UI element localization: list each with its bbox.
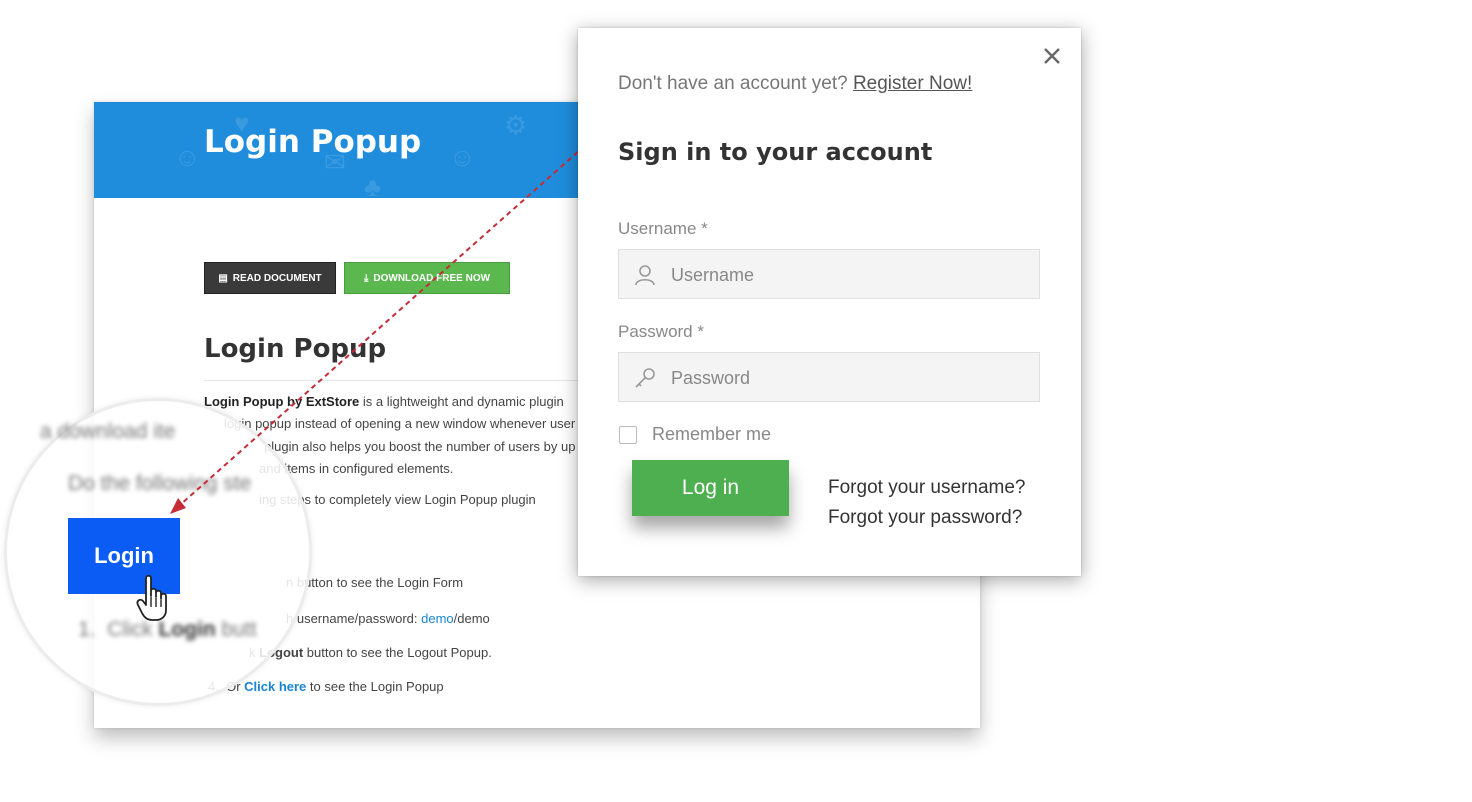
- register-prompt-text: Don't have an account yet?: [618, 73, 848, 94]
- password-input[interactable]: [669, 353, 1033, 403]
- step-item: h username/password: demo/demo: [286, 611, 490, 626]
- key-icon: [635, 368, 655, 388]
- download-free-label: DOWNLOAD FREE NOW: [373, 272, 491, 284]
- magnified-step-text: butt: [215, 618, 257, 641]
- forgot-password-link[interactable]: Forgot your password?: [828, 507, 1022, 529]
- banner-decoration: ☺: [174, 142, 201, 172]
- step-item: k Logout button to see the Logout Popup.: [249, 645, 492, 660]
- read-document-label: READ DOCUMENT: [232, 272, 322, 284]
- close-button[interactable]: [1038, 42, 1066, 70]
- banner-decoration: ☺: [449, 142, 476, 172]
- step-item: 4. Or Click here to see the Login Popup: [208, 679, 444, 694]
- paragraph-text: is a lightweight and dynamic plugin: [359, 394, 564, 409]
- username-input[interactable]: [669, 250, 1033, 300]
- magnified-step-number: 1.: [78, 618, 96, 641]
- download-icon: ⤓: [363, 272, 369, 284]
- demo-link[interactable]: demo: [421, 611, 454, 626]
- banner-title: Login Popup: [204, 124, 422, 160]
- document-icon: ▤: [218, 272, 228, 284]
- paragraph-line: Login Popup by ExtStore is a lightweight…: [204, 394, 564, 409]
- banner-decoration: ♣: [364, 172, 382, 202]
- login-modal: Don't have an account yet? Register Now!…: [578, 28, 1081, 576]
- step-text: h username/password:: [286, 611, 422, 626]
- download-free-button[interactable]: ⤓ DOWNLOAD FREE NOW: [344, 262, 510, 294]
- username-field[interactable]: [618, 249, 1040, 300]
- modal-title: Sign in to your account: [618, 138, 933, 166]
- step-text: to see the Login Popup: [306, 679, 444, 694]
- paragraph-line: login popup instead of opening a new win…: [224, 416, 576, 431]
- forgot-username-link[interactable]: Forgot your username?: [828, 477, 1026, 499]
- plugin-name: Login Popup by ExtStore: [204, 394, 360, 409]
- click-here-link[interactable]: Click here: [244, 679, 306, 694]
- step-text: /demo: [453, 611, 490, 626]
- username-label: Username *: [618, 219, 708, 238]
- magnified-text: Do the following ste: [68, 472, 252, 495]
- read-document-button[interactable]: ▤ READ DOCUMENT: [204, 262, 336, 294]
- password-label: Password *: [618, 322, 704, 341]
- user-icon: [635, 265, 655, 286]
- remember-checkbox[interactable]: [619, 426, 637, 444]
- magnified-text: a download ite: [40, 420, 176, 443]
- password-field[interactable]: [618, 352, 1040, 403]
- content-heading: Login Popup: [204, 334, 387, 364]
- hand-cursor-icon: [136, 574, 167, 621]
- close-icon: [1044, 48, 1060, 64]
- step-item: n button to see the Login Form: [286, 575, 464, 590]
- login-submit-button[interactable]: Log in: [632, 460, 789, 516]
- banner-decoration: ⚙: [504, 110, 528, 140]
- register-prompt: Don't have an account yet? Register Now!: [618, 73, 972, 95]
- step-text: button to see the Logout Popup.: [303, 645, 492, 660]
- remember-label: Remember me: [652, 424, 772, 444]
- paragraph-line: plugin also helps you boost the number o…: [264, 439, 576, 454]
- register-link[interactable]: Register Now!: [853, 73, 972, 94]
